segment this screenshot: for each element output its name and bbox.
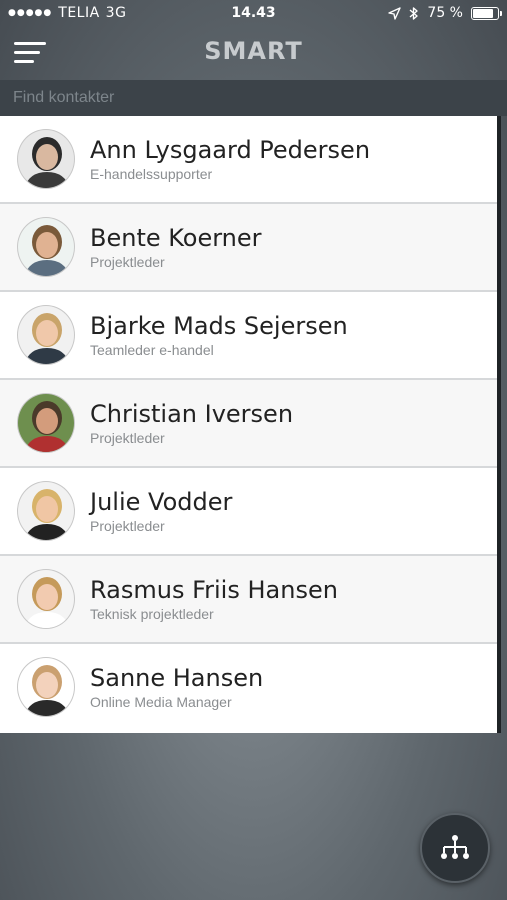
contact-role: Projektleder xyxy=(90,254,165,270)
contact-row[interactable]: Bjarke Mads Sejersen Teamleder e-handel xyxy=(0,292,497,380)
contact-role: Teknisk projektleder xyxy=(90,606,214,622)
contact-row[interactable]: Bente Koerner Projektleder xyxy=(0,204,497,292)
battery-level xyxy=(473,8,493,18)
contact-row[interactable]: Christian Iversen Projektleder xyxy=(0,380,497,468)
contact-name: Julie Vodder xyxy=(90,488,233,516)
contact-name: Sanne Hansen xyxy=(90,664,264,692)
contact-name: Bjarke Mads Sejersen xyxy=(90,312,348,340)
contact-role: Projektleder xyxy=(90,518,165,534)
contact-row[interactable]: Julie Vodder Projektleder xyxy=(0,468,497,556)
contact-row[interactable]: Rasmus Friis Hansen Teknisk projektleder xyxy=(0,556,497,644)
avatar xyxy=(17,481,75,541)
status-bar-right: 75 % xyxy=(388,5,502,21)
search-input[interactable] xyxy=(0,80,507,116)
contact-name: Rasmus Friis Hansen xyxy=(90,576,338,604)
avatar xyxy=(17,569,75,629)
contact-list: Ann Lysgaard Pedersen E-handelssupporter B… xyxy=(0,116,501,733)
contact-role: Online Media Manager xyxy=(90,694,232,710)
avatar xyxy=(17,129,75,189)
location-arrow-icon xyxy=(388,6,402,20)
battery-icon xyxy=(471,6,502,20)
nav-bar: SMART xyxy=(0,28,507,80)
avatar xyxy=(17,657,75,717)
bluetooth-icon xyxy=(409,6,419,20)
avatar xyxy=(17,305,75,365)
status-bar: ●●●●● TELIA 3G 14.43 75 % xyxy=(0,0,507,28)
app-title: SMART xyxy=(204,37,303,65)
contact-row[interactable]: Ann Lysgaard Pedersen E-handelssupporter xyxy=(0,116,497,204)
search-bar xyxy=(0,80,507,116)
contact-role: Projektleder xyxy=(90,430,165,446)
avatar xyxy=(17,217,75,277)
contact-row[interactable]: Sanne Hansen Online Media Manager xyxy=(0,644,497,732)
contact-name: Ann Lysgaard Pedersen xyxy=(90,136,371,164)
battery-percent: 75 % xyxy=(427,5,463,21)
org-chart-button[interactable] xyxy=(420,813,490,883)
org-chart-icon xyxy=(441,835,469,859)
contact-name: Christian Iversen xyxy=(90,400,294,428)
contact-role: E-handelssupporter xyxy=(90,166,213,182)
contact-role: Teamleder e-handel xyxy=(90,342,214,358)
contact-name: Bente Koerner xyxy=(90,224,262,252)
avatar xyxy=(17,393,75,453)
